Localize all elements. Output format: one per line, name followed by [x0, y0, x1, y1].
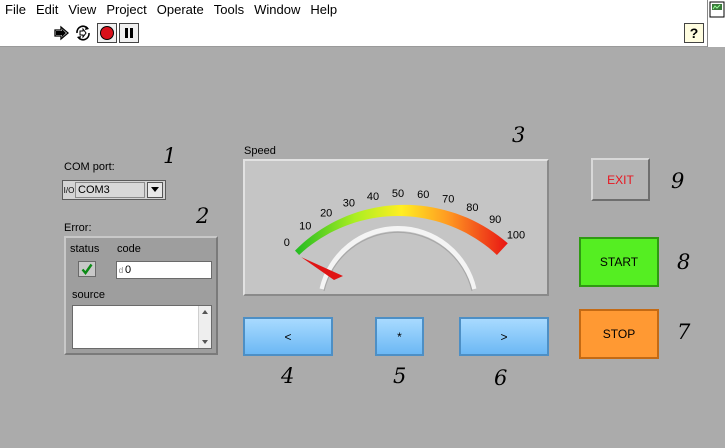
code-field[interactable]: d 0	[116, 261, 212, 279]
code-label: code	[117, 243, 141, 255]
menu-project[interactable]: Project	[101, 1, 151, 19]
menu-help[interactable]: Help	[305, 1, 342, 19]
annotation-1: 1	[163, 144, 177, 168]
menu-window[interactable]: Window	[249, 1, 305, 19]
annotation-7: 7	[677, 320, 691, 344]
gauge-tick-label: 10	[299, 221, 311, 233]
run-arrow-icon[interactable]	[52, 23, 72, 43]
annotation-5: 5	[393, 364, 407, 388]
abort-stop-icon[interactable]	[97, 23, 117, 43]
svg-text:?: ?	[690, 25, 699, 41]
scroll-up-icon	[202, 310, 208, 314]
exit-button[interactable]: EXIT	[591, 158, 650, 201]
speed-label: Speed	[244, 145, 276, 157]
gauge-tick-label: 90	[489, 214, 501, 226]
context-help-icon[interactable]: ?	[684, 23, 704, 43]
chevron-down-icon[interactable]	[147, 182, 163, 198]
checkmark-icon	[81, 263, 93, 275]
speed-gauge-dial: 0 10 20 30 40 50 60 70 80 90 100	[284, 188, 525, 292]
menu-tools[interactable]: Tools	[209, 1, 249, 19]
stop-button[interactable]: STOP	[579, 309, 659, 359]
source-label: source	[72, 289, 106, 301]
run-continuously-icon[interactable]	[73, 23, 93, 43]
vi-icon-panel	[707, 0, 725, 47]
annotation-3: 3	[512, 123, 526, 147]
menu-edit[interactable]: Edit	[31, 1, 63, 19]
gauge-tick-label: 80	[466, 202, 478, 214]
error-cluster: status code d 0 source	[64, 236, 218, 355]
left-button[interactable]: <	[243, 317, 333, 356]
com-port-selector[interactable]: I/O COM3	[62, 180, 166, 200]
scroll-down-icon	[202, 340, 208, 344]
annotation-8: 8	[677, 250, 691, 274]
stop-button-label: STOP	[602, 327, 636, 341]
gauge-tick-label: 0	[284, 237, 290, 249]
toolbar: ?	[0, 19, 725, 47]
gauge-tick-label: 50	[392, 188, 404, 200]
gauge-tick-label: 30	[343, 197, 355, 209]
center-button-label: *	[397, 329, 402, 344]
annotation-9: 9	[671, 169, 685, 193]
gauge-tick-label: 100	[507, 230, 525, 242]
left-button-label: <	[284, 329, 292, 344]
gauge-tick-label: 60	[417, 189, 429, 201]
annotation-4: 4	[281, 364, 295, 388]
code-prefix: d	[118, 265, 124, 275]
menu-file[interactable]: File	[0, 1, 31, 19]
right-button[interactable]: >	[459, 317, 549, 356]
vi-icon	[709, 1, 725, 18]
status-label: status	[70, 243, 100, 255]
menu-bar: File Edit View Project Operate Tools Win…	[0, 0, 725, 19]
gauge-tick-label: 70	[442, 194, 454, 206]
code-value: 0	[125, 264, 132, 276]
exit-button-label: EXIT	[607, 172, 634, 187]
gauge-hub-arc	[319, 226, 477, 290]
source-field[interactable]	[72, 305, 212, 349]
center-button[interactable]: *	[375, 317, 424, 356]
io-prefix-icon: I/O	[63, 185, 75, 195]
source-scrollbar[interactable]	[198, 306, 211, 348]
com-port-value: COM3	[75, 182, 145, 198]
error-label: Error:	[64, 222, 92, 234]
right-button-label: >	[500, 329, 508, 344]
com-port-label: COM port:	[64, 161, 115, 173]
start-button[interactable]: START	[579, 237, 659, 287]
status-indicator	[78, 261, 96, 277]
speed-gauge: 0 10 20 30 40 50 60 70 80 90 100	[243, 159, 549, 296]
gauge-tick-label: 40	[367, 191, 379, 203]
gauge-tick-label: 20	[320, 207, 332, 219]
pause-icon[interactable]	[119, 23, 139, 43]
menu-view[interactable]: View	[63, 1, 101, 19]
annotation-2: 2	[196, 204, 210, 228]
start-button-label: START	[599, 255, 639, 269]
menu-operate[interactable]: Operate	[152, 1, 209, 19]
annotation-6: 6	[494, 366, 508, 390]
